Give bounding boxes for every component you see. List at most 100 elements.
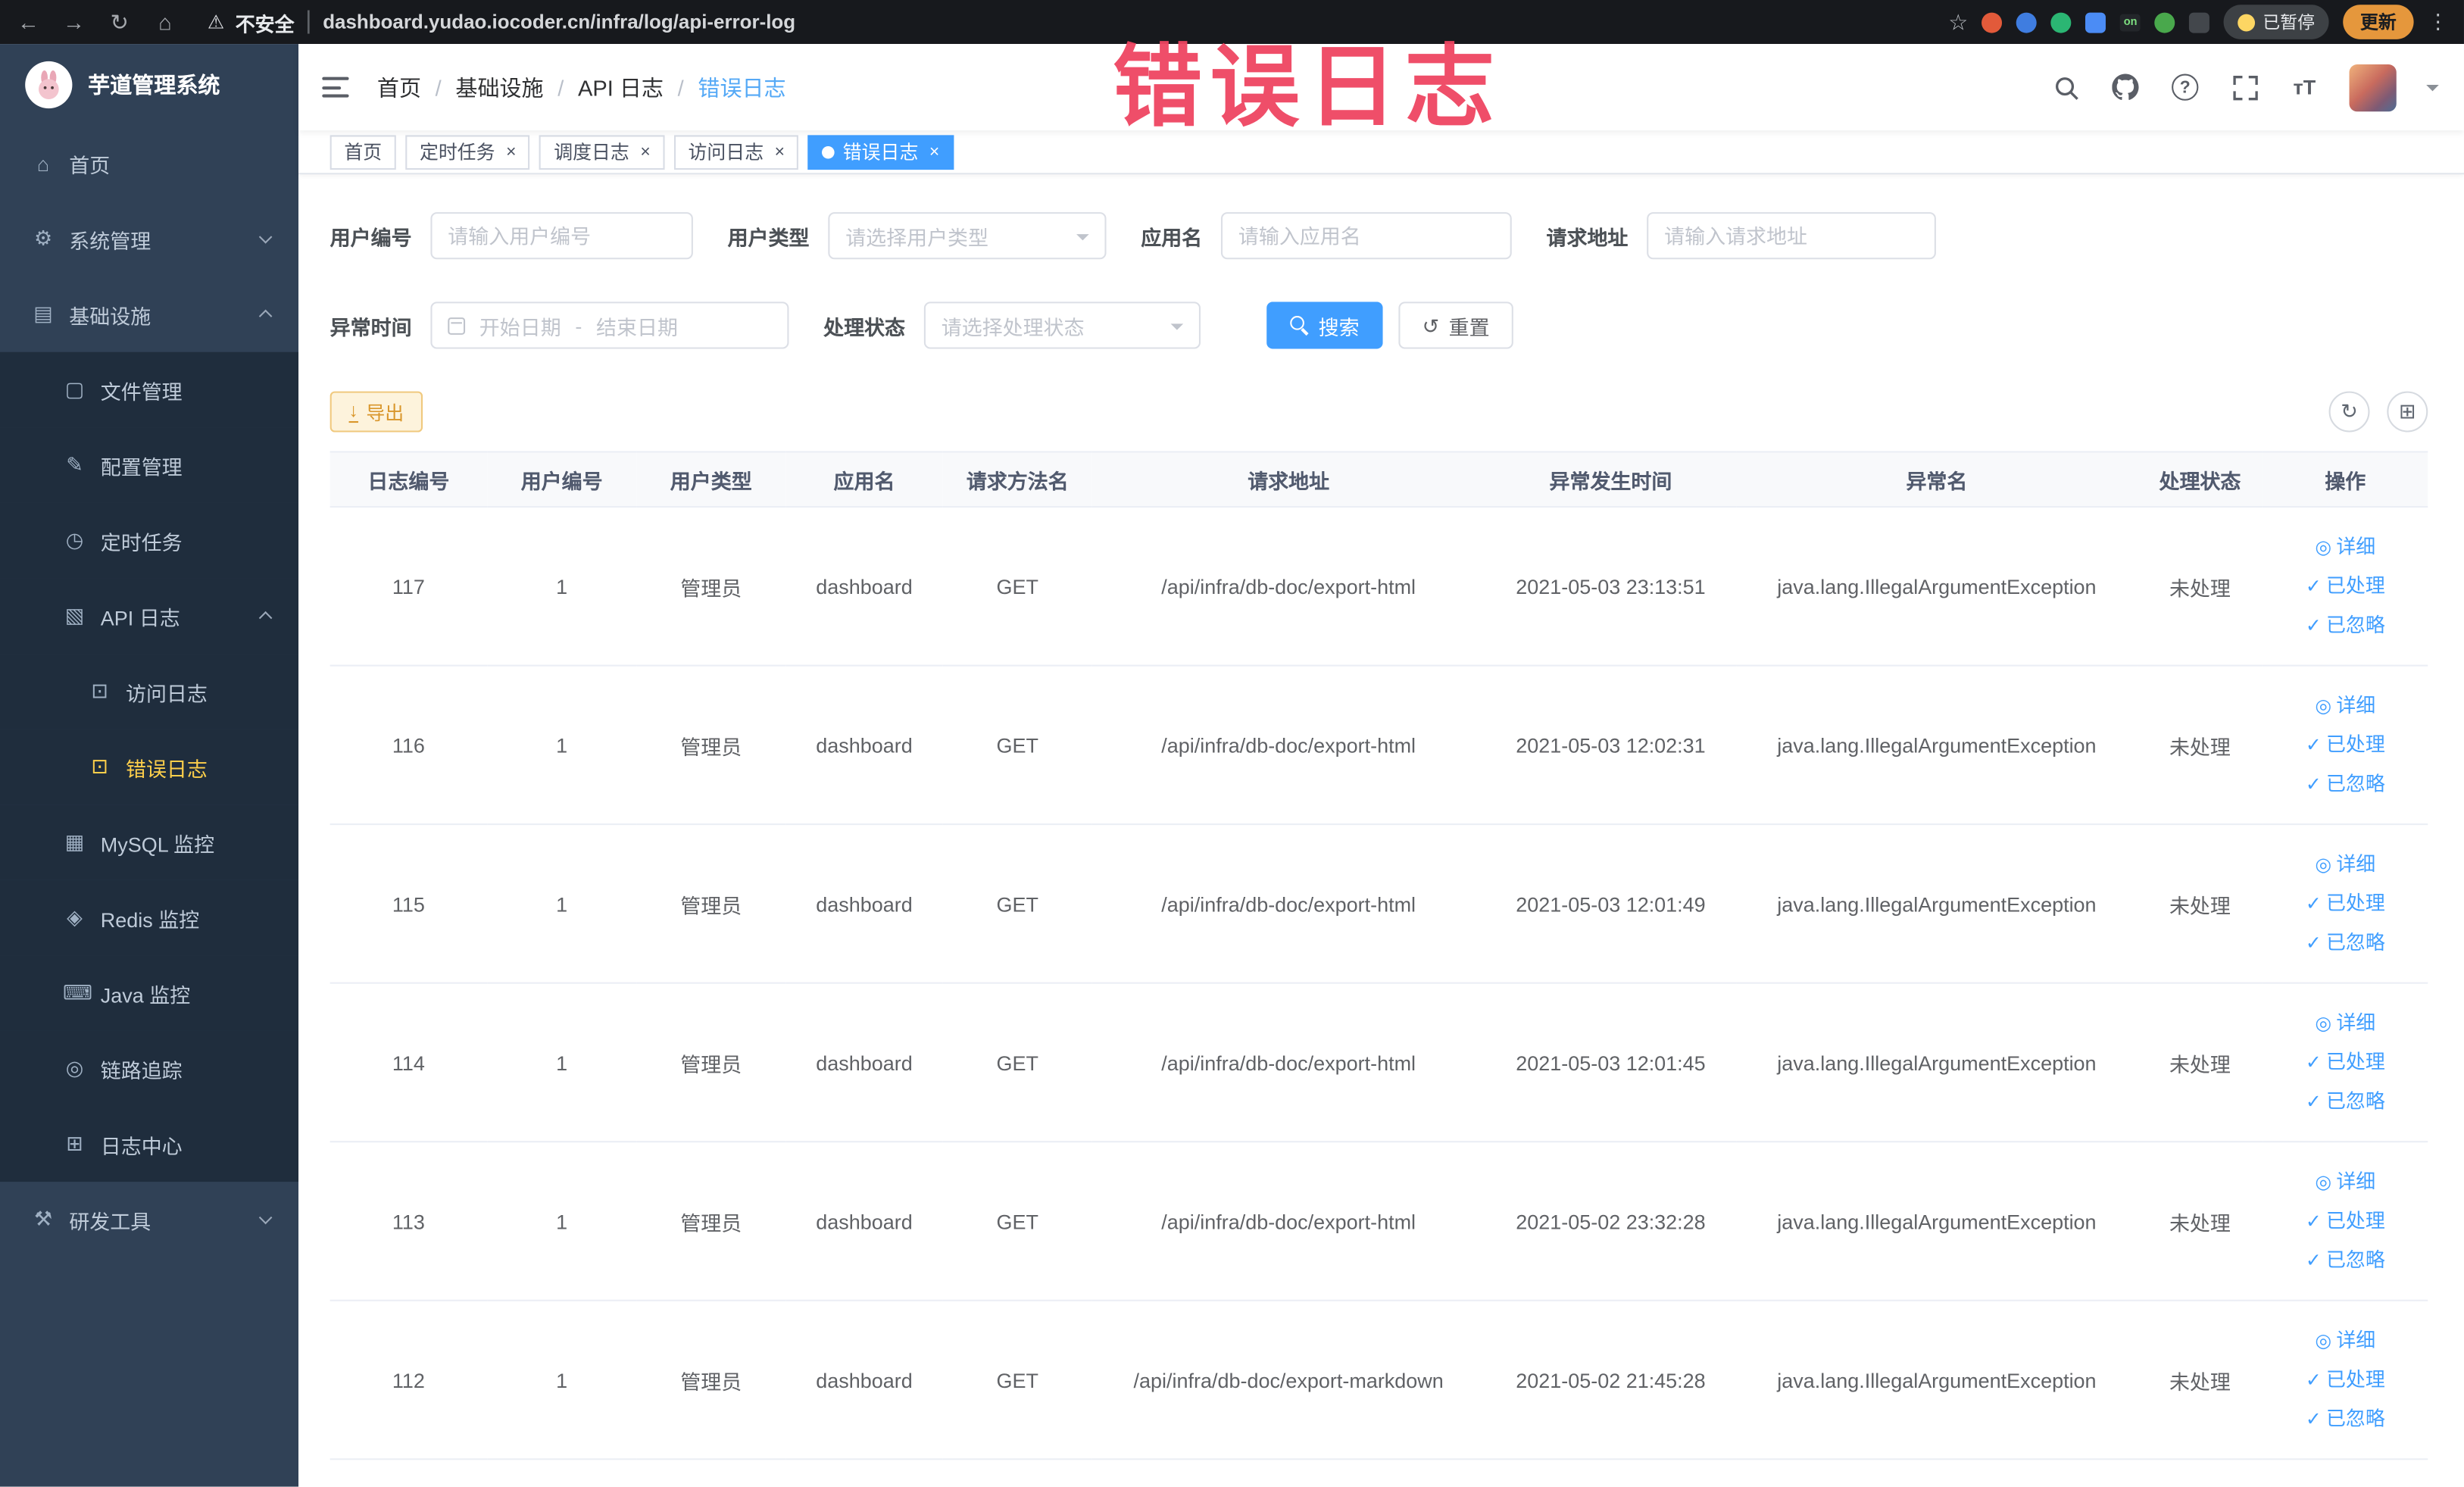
breadcrumb-item[interactable]: 首页 (377, 71, 421, 102)
request-url-input[interactable] (1647, 212, 1937, 260)
column-settings-button[interactable]: ⊞ (2387, 391, 2428, 433)
fullscreen-icon[interactable] (2230, 72, 2259, 102)
paused-badge[interactable]: 已暂停 (2223, 5, 2329, 39)
sidebar-item-label: 研发工具 (69, 1209, 151, 1233)
browser-menu-icon[interactable]: ⋮ (2428, 9, 2448, 34)
user-type-select[interactable]: 请选择用户类型 (828, 212, 1107, 260)
app-logo[interactable]: 芋道管理系统 (0, 44, 298, 126)
cell-app-name: dashboard (785, 1300, 943, 1460)
sidebar-item-home[interactable]: ⌂ 首页 (0, 126, 298, 201)
breadcrumb-item[interactable]: 基础设施 (455, 71, 543, 102)
avatar-caret-icon[interactable] (2426, 85, 2439, 98)
export-button[interactable]: ↓ 导出 (329, 391, 423, 433)
close-icon[interactable]: × (775, 142, 785, 161)
sidebar-item-infrastructure[interactable]: ▤ 基础设施 (0, 276, 298, 352)
extension-icon[interactable] (2016, 11, 2038, 33)
detail-link[interactable]: ◎ 详细 (2269, 1321, 2422, 1360)
cell-exception: java.lang.IllegalArgumentException (1736, 1300, 2138, 1460)
tag-error-log[interactable]: 错误日志 × (808, 134, 954, 170)
check-icon: ✓ (2305, 1050, 2322, 1073)
process-status-label: 处理状态 (823, 314, 906, 339)
bookmark-star-icon[interactable]: ☆ (1948, 8, 1968, 35)
extension-icon[interactable] (2051, 11, 2072, 33)
close-icon[interactable]: × (506, 142, 516, 161)
extension-leaf-icon[interactable] (2154, 11, 2175, 33)
sidebar-item-config-management[interactable]: ✎ 配置管理 (0, 427, 299, 503)
search-button-label: 搜索 (1318, 314, 1360, 339)
check-icon: ✓ (2305, 1209, 2322, 1232)
github-icon[interactable] (2110, 72, 2140, 102)
infrastructure-icon: ▤ (33, 301, 53, 326)
sidebar-item-file-management[interactable]: ▢ 文件管理 (0, 351, 299, 428)
sidebar-item-api-log[interactable]: ▧ API 日志 (0, 578, 299, 654)
update-button[interactable]: 更新 (2343, 5, 2414, 39)
mark-processed-link[interactable]: ✓ 已处理 (2269, 1201, 2422, 1241)
mark-ignored-link[interactable]: ✓ 已忽略 (2269, 764, 2422, 804)
mark-ignored-link[interactable]: ✓ 已忽略 (2269, 1399, 2422, 1439)
cell-actions: ◎ 详细 ✓ 已处理 ✓ 已忽略 (2263, 982, 2428, 1143)
user-id-input[interactable] (430, 212, 693, 260)
detail-link[interactable]: ◎ 详细 (2269, 845, 2422, 884)
sidebar-item-error-log[interactable]: ⊡ 错误日志 (0, 729, 299, 805)
mark-processed-link[interactable]: ✓ 已处理 (2269, 567, 2422, 606)
mark-ignored-link[interactable]: ✓ 已忽略 (2269, 606, 2422, 645)
search-button[interactable]: 搜索 (1266, 301, 1383, 349)
forward-icon[interactable]: → (61, 9, 86, 34)
home-icon[interactable]: ⌂ (152, 9, 177, 34)
tag-access-log[interactable]: 访问日志 × (673, 134, 799, 170)
reload-icon[interactable]: ↻ (107, 8, 132, 35)
address-divider: | (305, 8, 312, 35)
tag-scheduled-tasks[interactable]: 定时任务 × (405, 134, 531, 170)
extension-icon[interactable] (2085, 11, 2106, 33)
extension-pin-icon[interactable] (2188, 11, 2209, 33)
sidebar-item-trace[interactable]: ◎ 链路追踪 (0, 1030, 299, 1107)
mark-ignored-link[interactable]: ✓ 已忽略 (2269, 1241, 2422, 1280)
refresh-button[interactable]: ↻ (2328, 391, 2370, 433)
sidebar-item-system-management[interactable]: ⚙ 系统管理 (0, 201, 298, 277)
sidebar-item-dev-tools[interactable]: ⚒ 研发工具 (0, 1182, 298, 1257)
process-status-select[interactable]: 请选择处理状态 (923, 301, 1201, 349)
font-size-icon[interactable]: тT (2290, 72, 2319, 102)
export-button-label: 导出 (366, 401, 404, 424)
back-icon[interactable]: ← (16, 9, 41, 34)
exception-time-range-picker[interactable]: 开始日期 - 结束日期 (430, 301, 789, 349)
close-icon[interactable]: × (929, 142, 939, 161)
sidebar-item-redis-monitor[interactable]: ◈ Redis 监控 (0, 879, 299, 956)
cell-url: /api/infra/db-doc/export-html (1091, 1142, 1485, 1301)
cell-actions: ◎ 详细 ✓ 已处理 ✓ 已忽略 (2263, 1300, 2428, 1460)
sidebar-item-scheduled-tasks[interactable]: ◷ 定时任务 (0, 502, 299, 579)
extension-on-icon[interactable]: on (2120, 13, 2141, 31)
detail-link[interactable]: ◎ 详细 (2269, 1162, 2422, 1201)
reset-button[interactable]: ↺ 重置 (1398, 301, 1513, 349)
chevron-down-icon (258, 230, 273, 244)
app-name-input[interactable] (1221, 212, 1512, 260)
cell-exception: java.lang.IllegalArgumentException (1736, 1142, 2138, 1301)
mark-processed-link[interactable]: ✓ 已处理 (2269, 725, 2422, 764)
extension-icon[interactable] (1982, 11, 2003, 33)
help-icon[interactable]: ? (2170, 72, 2200, 102)
address-bar[interactable]: ⚠ 不安全 | dashboard.yudao.iocoder.cn/infra… (198, 7, 1928, 36)
sidebar-item-label: Redis 监控 (100, 908, 200, 932)
mark-processed-link[interactable]: ✓ 已处理 (2269, 1360, 2422, 1400)
detail-link[interactable]: ◎ 详细 (2269, 1004, 2422, 1043)
tag-label: 错误日志 (842, 141, 919, 164)
column-header: 应用名 (785, 451, 943, 508)
sidebar-item-log-center[interactable]: ⊞ 日志中心 (0, 1106, 299, 1182)
hamburger-icon[interactable] (322, 77, 349, 98)
close-icon[interactable]: × (640, 142, 650, 161)
mark-processed-link[interactable]: ✓ 已处理 (2269, 1042, 2422, 1082)
mark-ignored-link[interactable]: ✓ 已忽略 (2269, 923, 2422, 963)
sidebar-item-mysql-monitor[interactable]: ▦ MySQL 监控 (0, 804, 299, 880)
eye-icon: ◎ (2315, 1329, 2332, 1351)
mark-processed-link[interactable]: ✓ 已处理 (2269, 884, 2422, 923)
breadcrumb-item[interactable]: API 日志 (578, 71, 664, 102)
detail-link[interactable]: ◎ 详细 (2269, 527, 2422, 567)
tag-schedule-log[interactable]: 调度日志 × (539, 134, 665, 170)
detail-link[interactable]: ◎ 详细 (2269, 686, 2422, 726)
mark-ignored-link[interactable]: ✓ 已忽略 (2269, 1082, 2422, 1121)
user-avatar[interactable] (2349, 64, 2397, 111)
tag-home[interactable]: 首页 (329, 134, 396, 170)
search-icon[interactable] (2050, 72, 2080, 102)
sidebar-item-java-monitor[interactable]: ⌨ Java 监控 (0, 955, 299, 1031)
sidebar-item-access-log[interactable]: ⊡ 访问日志 (0, 654, 299, 729)
